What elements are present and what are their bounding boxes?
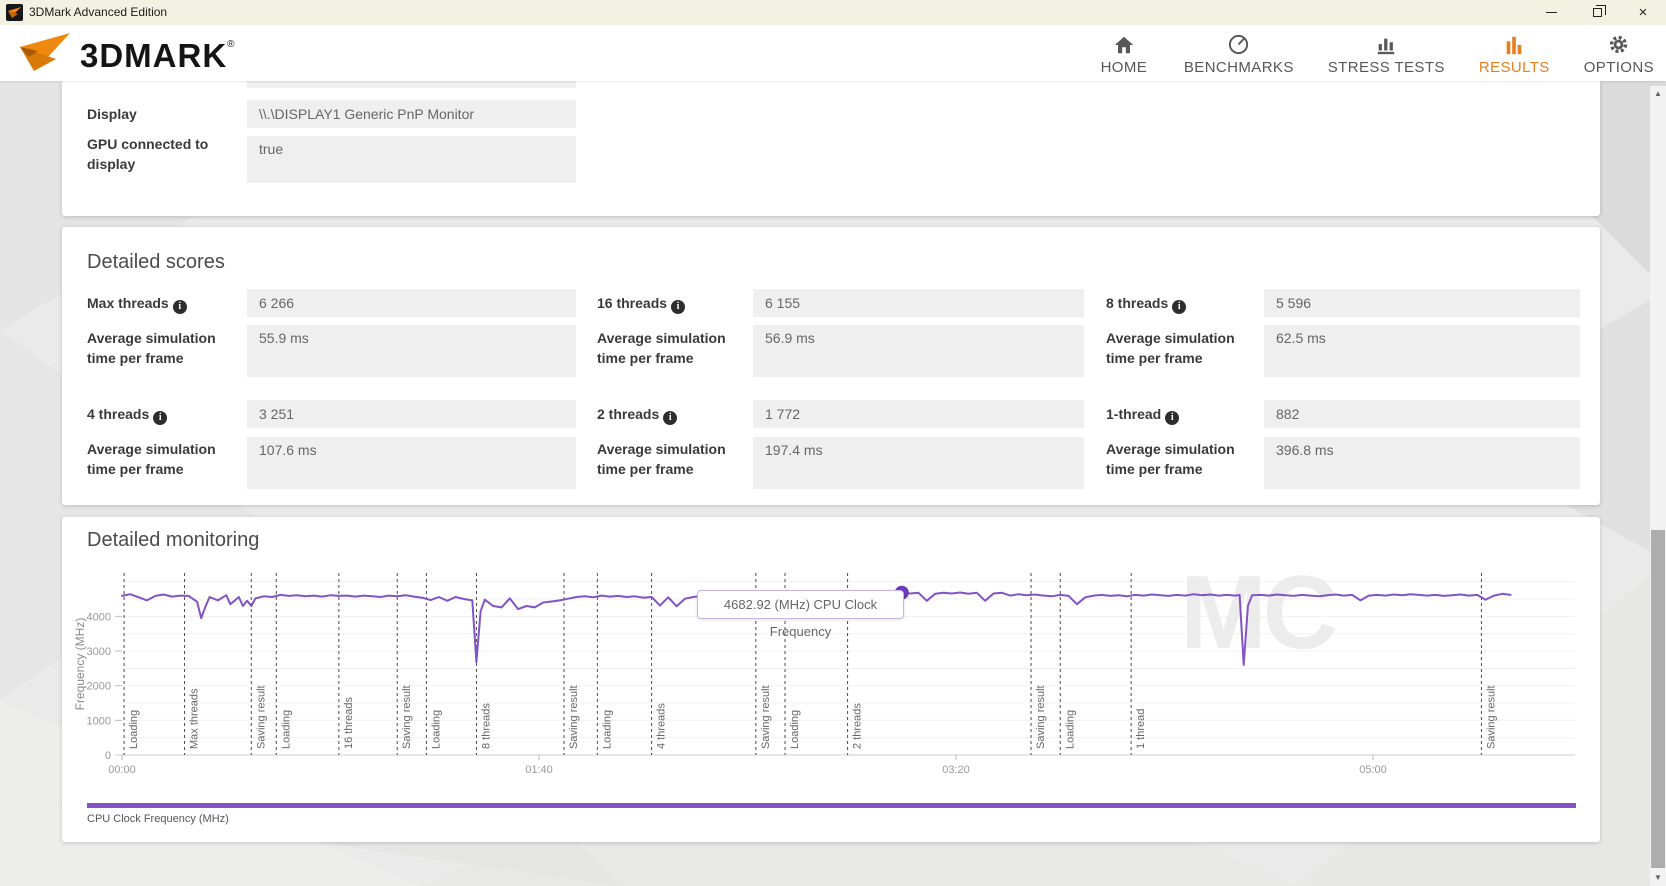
chart-legend-label[interactable]: CPU Clock Frequency (MHz): [87, 813, 229, 825]
avg-time-label: Average simulation time per frame: [597, 441, 726, 478]
scroll-up-arrow-icon[interactable]: ▲: [1650, 86, 1666, 102]
score-value: 5 596: [1264, 289, 1580, 317]
avg-time-value: 197.4 ms: [753, 437, 1084, 489]
score-value: 1 772: [753, 400, 1084, 428]
score-label: 16 threads i: [597, 289, 749, 317]
svg-text:Saving result: Saving result: [255, 685, 267, 749]
score-value: 6 155: [753, 289, 1084, 317]
svg-text:1 thread: 1 thread: [1135, 709, 1147, 749]
svg-text:01:40: 01:40: [525, 764, 553, 776]
score-label: 1-thread i: [1106, 400, 1261, 428]
display-field-label: Display: [87, 106, 137, 122]
svg-text:1000: 1000: [87, 715, 111, 727]
svg-text:Saving result: Saving result: [760, 685, 772, 749]
info-icon[interactable]: i: [1172, 300, 1187, 314]
nav-stress-tests[interactable]: STRESS TESTS: [1328, 30, 1445, 76]
system-info-card: Display \\.\DISPLAY1 Generic PnP Monitor…: [62, 81, 1600, 216]
score-value: 3 251: [247, 400, 576, 428]
bar-chart-base-icon: [1375, 30, 1397, 56]
close-button[interactable]: ×: [1620, 0, 1666, 25]
nav-benchmarks[interactable]: BENCHMARKS: [1184, 30, 1294, 76]
nav-home[interactable]: HOME: [1098, 30, 1150, 76]
svg-text:2000: 2000: [87, 681, 111, 693]
svg-text:8 threads: 8 threads: [480, 703, 492, 749]
avg-time-value: 107.6 ms: [247, 437, 576, 489]
avg-time-value: 62.5 ms: [1264, 325, 1580, 377]
svg-text:4000: 4000: [87, 611, 111, 623]
avg-time-label: Average simulation time per frame: [1106, 441, 1235, 478]
brand-name: 3DMARK®: [80, 36, 236, 74]
results-bars-icon: [1503, 30, 1525, 56]
score-value: 882: [1264, 400, 1580, 428]
info-icon[interactable]: i: [172, 300, 187, 314]
info-icon[interactable]: i: [671, 300, 686, 314]
brand-logo[interactable]: 3DMARK®: [16, 31, 236, 80]
svg-text:Loading: Loading: [601, 710, 613, 749]
svg-text:Loading: Loading: [1064, 710, 1076, 749]
gear-icon: [1607, 30, 1630, 56]
gauge-icon: [1227, 30, 1250, 56]
svg-text:Loading: Loading: [280, 710, 292, 749]
display-field-value: \\.\DISPLAY1 Generic PnP Monitor: [247, 100, 576, 128]
avg-time-value: 56.9 ms: [753, 325, 1084, 377]
avg-time-label: Average simulation time per frame: [87, 330, 216, 367]
info-icon[interactable]: i: [1165, 411, 1180, 425]
app-header: 3DMARK® HOME BENCHMARKS STRESS TESTS RES…: [0, 25, 1666, 81]
svg-text:03:20: 03:20: [942, 764, 970, 776]
clipped-field-box: [247, 81, 576, 88]
main-nav: HOME BENCHMARKS STRESS TESTS RESULTS OPT…: [1098, 30, 1654, 76]
nav-options[interactable]: OPTIONS: [1584, 30, 1654, 76]
svg-text:Saving result: Saving result: [1035, 685, 1047, 749]
svg-text:MC: MC: [1180, 555, 1336, 671]
score-label: 4 threads i: [87, 400, 239, 428]
home-icon: [1113, 30, 1135, 56]
brand-wing-icon: [16, 31, 72, 80]
detailed-monitoring-card: Detailed monitoring MC 0 1000 2000 3000 4000 F…: [62, 517, 1600, 842]
svg-text:05:00: 05:00: [1359, 764, 1387, 776]
score-label: 8 threads i: [1106, 289, 1261, 317]
detailed-scores-card: Detailed scores Max threads i 6 266 Avera…: [62, 227, 1600, 505]
avg-time-label: Average simulation time per frame: [1106, 330, 1235, 367]
gpu-connected-field-value: true: [247, 136, 576, 183]
score-label: Max threads i: [87, 289, 239, 317]
registered-mark: ®: [227, 38, 236, 50]
score-label: 2 threads i: [597, 400, 749, 428]
app-icon: [6, 4, 23, 21]
gpu-connected-field-label: GPU connected to display: [87, 136, 209, 173]
svg-text:0: 0: [105, 750, 111, 762]
info-icon[interactable]: i: [153, 411, 168, 425]
avg-time-label: Average simulation time per frame: [87, 441, 216, 478]
detailed-scores-title: Detailed scores: [87, 251, 225, 273]
score-value: 6 266: [247, 289, 576, 317]
avg-time-label: Average simulation time per frame: [597, 330, 726, 367]
restore-button[interactable]: [1574, 0, 1620, 25]
svg-text:Saving result: Saving result: [401, 685, 413, 749]
svg-text:Max threads: Max threads: [189, 688, 201, 749]
svg-text:Loading: Loading: [430, 710, 442, 749]
svg-text:16 threads: 16 threads: [343, 697, 355, 749]
chart-tooltip: 4682.92 (MHz) CPU Clock Frequency: [697, 590, 904, 639]
svg-text:Loading: Loading: [789, 710, 801, 749]
nav-results[interactable]: RESULTS: [1479, 30, 1550, 76]
monitoring-chart-svg[interactable]: MC 0 1000 2000 3000 4000Frequency (MHz) 00:00 0…: [62, 517, 1600, 842]
svg-text:Saving result: Saving result: [568, 685, 580, 749]
info-icon[interactable]: i: [663, 411, 678, 425]
vertical-scrollbar[interactable]: ▲ ▼: [1650, 86, 1666, 886]
avg-time-value: 396.8 ms: [1264, 437, 1580, 489]
scroll-down-arrow-icon[interactable]: ▼: [1650, 870, 1666, 886]
window-title: 3DMark Advanced Edition: [29, 5, 168, 19]
title-bar: 3DMark Advanced Edition ×: [0, 0, 1666, 25]
scrollbar-thumb[interactable]: [1651, 530, 1665, 868]
svg-text:2 threads: 2 threads: [852, 703, 864, 749]
svg-text:Frequency (MHz): Frequency (MHz): [73, 618, 87, 711]
svg-text:Saving result: Saving result: [1485, 685, 1497, 749]
avg-time-value: 55.9 ms: [247, 325, 576, 377]
svg-text:3000: 3000: [87, 646, 111, 658]
svg-text:Loading: Loading: [128, 710, 140, 749]
svg-text:00:00: 00:00: [108, 764, 136, 776]
minimize-button[interactable]: [1528, 0, 1574, 25]
svg-text:4 threads: 4 threads: [656, 703, 668, 749]
